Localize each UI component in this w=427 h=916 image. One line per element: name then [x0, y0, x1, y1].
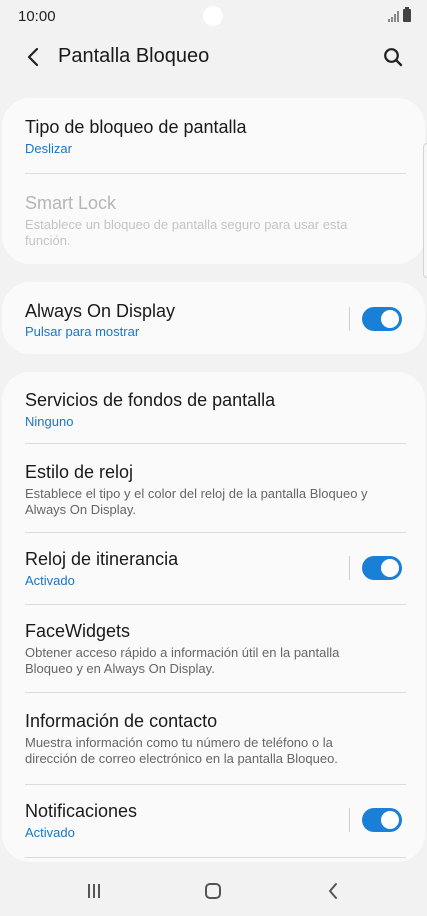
facewidgets-row[interactable]: FaceWidgets Obtener acceso rápido a info… — [2, 605, 425, 693]
notifications-value: Activado — [25, 825, 75, 840]
status-bar: 10:00 — [0, 0, 427, 34]
contact-info-title: Información de contacto — [25, 711, 218, 731]
toggle-separator — [349, 556, 350, 580]
back-button[interactable] — [18, 42, 48, 72]
more-settings-card: Servicios de fondos de pantalla Ninguno … — [2, 372, 425, 862]
recents-icon — [88, 884, 100, 898]
toggle-separator — [349, 808, 350, 832]
clock-style-row[interactable]: Estilo de reloj Establece el tipo y el c… — [2, 444, 425, 533]
recents-button[interactable] — [80, 878, 108, 904]
facewidgets-description: Obtener acceso rápido a información útil… — [25, 645, 340, 676]
signal-icon — [388, 10, 399, 22]
facewidgets-title: FaceWidgets — [25, 621, 131, 641]
always-on-card: Always On Display Pulsar para mostrar — [2, 282, 425, 354]
nav-back-icon — [329, 883, 337, 899]
smart-lock-description: Establece un bloqueo de pantalla seguro … — [25, 217, 348, 248]
status-icons — [388, 7, 411, 22]
navigation-bar — [0, 866, 427, 916]
home-button[interactable] — [199, 878, 227, 904]
nav-back-button[interactable] — [319, 878, 347, 904]
lock-type-row[interactable]: Tipo de bloqueo de pantalla Deslizar — [2, 98, 425, 174]
wallpaper-services-value: Ninguno — [25, 414, 74, 429]
edge-panel-handle[interactable] — [423, 143, 427, 278]
toggle-separator — [349, 307, 350, 331]
roaming-clock-value: Activado — [25, 573, 75, 588]
clock-style-description: Establece el tipo y el color del reloj d… — [25, 486, 368, 517]
lock-type-title: Tipo de bloqueo de pantalla — [25, 117, 247, 137]
lock-settings-card: Tipo de bloqueo de pantalla Deslizar Sma… — [2, 98, 425, 264]
search-icon — [384, 48, 403, 67]
always-on-toggle[interactable] — [362, 307, 402, 331]
contact-info-description: Muestra información como tu número de te… — [25, 735, 338, 766]
status-time: 10:00 — [18, 8, 56, 25]
smart-lock-title: Smart Lock — [25, 193, 117, 213]
wallpaper-services-title: Servicios de fondos de pantalla — [25, 390, 276, 410]
contact-info-row[interactable]: Información de contacto Muestra informac… — [2, 693, 425, 785]
always-on-row[interactable]: Always On Display Pulsar para mostrar — [2, 282, 425, 354]
divider — [25, 857, 406, 858]
clock-style-title: Estilo de reloj — [25, 462, 134, 482]
page-title: Pantalla Bloqueo — [58, 45, 210, 67]
notifications-title: Notificaciones — [25, 801, 138, 821]
battery-icon — [403, 7, 411, 22]
notifications-row[interactable]: Notificaciones Activado — [2, 785, 425, 857]
smart-lock-row[interactable]: Smart Lock Establece un bloqueo de panta… — [2, 174, 425, 264]
front-camera — [203, 6, 223, 26]
roaming-clock-row[interactable]: Reloj de itinerancia Activado — [2, 533, 425, 605]
home-icon — [205, 883, 221, 899]
roaming-clock-title: Reloj de itinerancia — [25, 549, 179, 569]
chevron-left-icon — [27, 47, 39, 67]
search-button[interactable] — [377, 41, 409, 73]
wallpaper-services-row[interactable]: Servicios de fondos de pantalla Ninguno — [2, 372, 425, 444]
always-on-value: Pulsar para mostrar — [25, 324, 140, 339]
notifications-toggle[interactable] — [362, 808, 402, 832]
lock-type-value: Deslizar — [25, 141, 72, 156]
roaming-clock-toggle[interactable] — [362, 556, 402, 580]
always-on-title: Always On Display — [25, 301, 176, 321]
app-bar: Pantalla Bloqueo — [0, 34, 427, 80]
